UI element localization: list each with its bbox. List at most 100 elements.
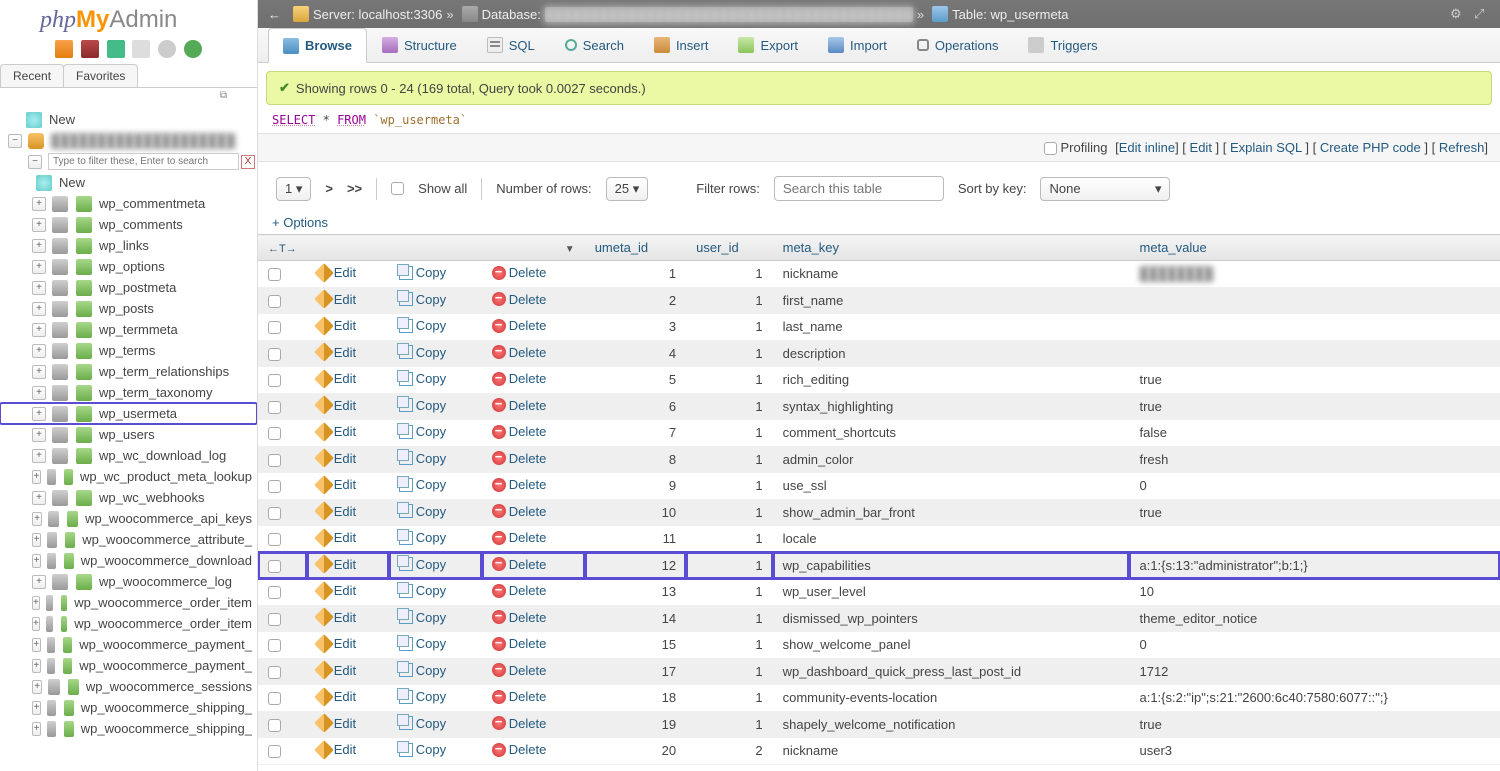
table-struct-icon[interactable] [47,658,56,674]
copy-row[interactable]: Copy [399,424,446,439]
tree-table-item[interactable]: wp_wc_download_log [0,445,257,466]
cell-user-id[interactable]: 1 [686,526,772,553]
tab-sql[interactable]: SQL [472,28,550,62]
cell-user-id[interactable]: 1 [686,685,772,712]
cell-meta-value[interactable]: true [1129,499,1500,526]
copy-row[interactable]: Copy [399,477,446,492]
expand-icon[interactable] [32,659,41,673]
cell-user-id[interactable]: 1 [686,658,772,685]
copy-row[interactable]: Copy [399,265,446,280]
cell-meta-key[interactable]: wp_dashboard_quick_press_last_post_id [773,658,1130,685]
copy-row[interactable]: Copy [399,371,446,386]
table-struct-icon[interactable] [52,574,68,590]
collapse-icon[interactable] [8,134,22,148]
collapse-top-icon[interactable]: ⤢ [1474,6,1490,22]
edit-row[interactable]: Edit [317,398,356,413]
cell-user-id[interactable]: 1 [686,393,772,420]
tree-table-item[interactable]: wp_woocommerce_log [0,571,257,592]
expand-icon[interactable] [32,344,46,358]
sort-direction-header[interactable]: ←T→ [258,235,307,261]
cell-meta-key[interactable]: comment_shortcuts [773,420,1130,447]
tree-table-item[interactable]: wp_term_taxonomy [0,382,257,403]
delete-row[interactable]: Delete [492,530,547,545]
cell-umeta-id[interactable]: 1 [585,261,686,288]
tree-db[interactable]: ████████████████████ [0,130,257,151]
edit-row[interactable]: Edit [317,371,356,386]
expand-icon[interactable] [32,302,46,316]
cell-meta-key[interactable]: admin_color [773,446,1130,473]
edit-row[interactable]: Edit [317,583,356,598]
database-name[interactable]: ████████████████████████████████████████ [545,7,913,22]
cell-user-id[interactable]: 1 [686,446,772,473]
edit-row[interactable]: Edit [317,345,356,360]
tab-recent[interactable]: Recent [0,64,64,87]
numrows-select[interactable]: 25 ▾ [606,177,649,201]
cell-user-id[interactable]: 1 [686,605,772,632]
table-struct-icon[interactable] [52,217,68,233]
row-checkbox[interactable] [268,401,281,414]
col-umeta-id[interactable]: umeta_id [585,235,686,261]
tree-table-item[interactable]: wp_commentmeta [0,193,257,214]
table-struct-icon[interactable] [47,532,57,548]
table-struct-icon[interactable] [52,427,68,443]
cell-umeta-id[interactable]: 9 [585,473,686,500]
expand-icon[interactable] [32,722,41,736]
copy-row[interactable]: Copy [399,451,446,466]
delete-row[interactable]: Delete [492,265,547,280]
page-select[interactable]: 1 ▾ [276,177,311,201]
edit-row[interactable]: Edit [317,292,356,307]
delete-row[interactable]: Delete [492,504,547,519]
explain-link[interactable]: Explain SQL [1230,140,1302,155]
tree-table-item[interactable]: wp_postmeta [0,277,257,298]
edit-row[interactable]: Edit [317,318,356,333]
cell-meta-value[interactable] [1129,526,1500,553]
tree-table-item[interactable]: wp_term_relationships [0,361,257,382]
col-meta-key[interactable]: meta_key [773,235,1130,261]
cell-user-id[interactable]: 1 [686,340,772,367]
delete-row[interactable]: Delete [492,716,547,731]
cell-umeta-id[interactable]: 7 [585,420,686,447]
server-name[interactable]: localhost:3306 [359,7,443,22]
cell-meta-key[interactable]: community-events-location [773,685,1130,712]
cell-user-id[interactable]: 2 [686,738,772,765]
table-struct-icon[interactable] [47,637,56,653]
cell-umeta-id[interactable]: 4 [585,340,686,367]
tab-browse[interactable]: Browse [268,28,367,63]
expand-icon[interactable] [32,449,46,463]
table-struct-icon[interactable] [52,322,68,338]
tree-table-item[interactable]: wp_terms [0,340,257,361]
tab-insert[interactable]: Insert [639,28,724,62]
copy-row[interactable]: Copy [399,689,446,704]
expand-icon[interactable] [32,638,41,652]
row-checkbox[interactable] [268,666,281,679]
cell-meta-value[interactable]: true [1129,711,1500,738]
delete-row[interactable]: Delete [492,689,547,704]
expand-icon[interactable] [32,260,46,274]
row-checkbox[interactable] [268,374,281,387]
docs-icon[interactable] [132,40,150,58]
cell-meta-value[interactable]: false [1129,420,1500,447]
tree-table-item[interactable]: wp_woocommerce_shipping_ [0,697,257,718]
row-checkbox[interactable] [268,295,281,308]
show-all-checkbox[interactable] [391,182,404,195]
tree-table-item[interactable]: wp_usermeta [0,403,257,424]
copy-row[interactable]: Copy [399,610,446,625]
copy-row[interactable]: Copy [399,530,446,545]
cell-meta-key[interactable]: first_name [773,287,1130,314]
cell-meta-key[interactable]: last_name [773,314,1130,341]
cell-meta-value[interactable]: true [1129,367,1500,394]
settings-icon[interactable] [158,40,176,58]
edit-row[interactable]: Edit [317,636,356,651]
table-struct-icon[interactable] [52,448,68,464]
delete-row[interactable]: Delete [492,345,547,360]
table-struct-icon[interactable] [52,406,68,422]
expand-icon[interactable] [32,323,46,337]
logout-icon[interactable] [81,40,99,58]
cell-meta-value[interactable]: 0 [1129,473,1500,500]
expand-icon[interactable] [32,428,46,442]
expand-icon[interactable] [32,407,46,421]
cell-user-id[interactable]: 1 [686,711,772,738]
delete-row[interactable]: Delete [492,610,547,625]
cell-meta-value[interactable]: a:1:{s:13:"administrator";b:1;} [1129,552,1500,579]
table-struct-icon[interactable] [46,595,53,611]
